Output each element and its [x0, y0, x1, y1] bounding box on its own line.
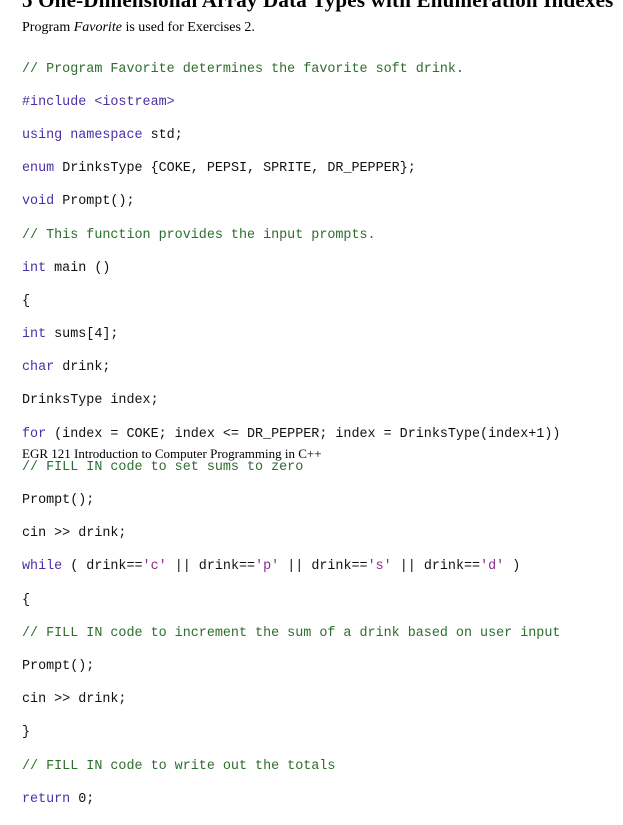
code-line-comment: // FILL IN code to write out the totals [22, 758, 336, 774]
code-line-enum: enum DrinksType {COKE, PEPSI, SPRITE, DR… [22, 161, 560, 178]
code-line-drink-decl: char drink; [22, 360, 560, 377]
code-line-while: while ( drink=='c' || drink=='p' || drin… [22, 559, 560, 576]
code-line-for: for (index = COKE; index <= DR_PEPPER; i… [22, 427, 560, 444]
code-text: || drink== [166, 559, 256, 575]
intro-text: Program Favorite is used for Exercises 2… [22, 20, 255, 36]
code-line-brace: { [22, 592, 31, 608]
code-line-cin: cin >> drink; [22, 526, 127, 542]
code-line-main: int main () [22, 261, 560, 278]
code-char-literal: 'c' [142, 559, 167, 575]
code-line-brace: { [22, 293, 31, 309]
program-name: Favorite [73, 20, 122, 35]
code-keyword: int [22, 260, 47, 276]
code-keyword: while [22, 559, 63, 575]
code-char-literal: 's' [367, 559, 392, 575]
code-text: Prompt(); [54, 194, 135, 210]
code-keyword: void [22, 194, 55, 210]
code-line-return: return 0; [22, 792, 560, 809]
intro-prefix: Program [22, 20, 74, 35]
code-text: std; [142, 127, 183, 143]
code-keyword: for [22, 426, 47, 442]
code-text: 0; [70, 791, 95, 807]
code-line-comment: // FILL IN code to set sums to zero [22, 459, 304, 475]
code-keyword: enum [22, 161, 55, 177]
page-footer: EGR 121 Introduction to Computer Program… [22, 446, 322, 461]
code-text: main () [46, 260, 111, 276]
code-keyword: int [22, 327, 47, 343]
code-line-sums-decl: int sums[4]; [22, 327, 560, 344]
code-line-prompt-call: Prompt(); [22, 658, 95, 674]
code-keyword: using namespace [22, 127, 143, 143]
code-text: || drink== [391, 559, 481, 575]
code-listing: // Program Favorite determines the favor… [22, 45, 560, 825]
code-text: drink; [54, 360, 111, 376]
code-char-literal: 'p' [255, 559, 280, 575]
code-line-using: using namespace std; [22, 128, 560, 145]
code-keyword: return [22, 791, 71, 807]
code-line-index-decl: DrinksType index; [22, 393, 159, 409]
code-text: DrinksType {COKE, PEPSI, SPRITE, DR_PEPP… [54, 161, 416, 177]
code-text: (index = COKE; index <= DR_PEPPER; index… [46, 426, 561, 442]
code-text: sums[4]; [46, 327, 119, 343]
code-char-literal: 'd' [480, 559, 505, 575]
intro-suffix: is used for Exercises 2. [121, 20, 255, 35]
code-line-prompt-call: Prompt(); [22, 493, 95, 509]
code-line-comment: // Program Favorite determines the favor… [22, 61, 464, 77]
code-text: ( drink== [62, 559, 143, 575]
code-line-comment: // This function provides the input prom… [22, 227, 376, 243]
code-line-cin: cin >> drink; [22, 692, 127, 708]
code-line-prototype: void Prompt(); [22, 194, 560, 211]
code-line-brace: } [22, 725, 31, 741]
code-line-include: #include <iostream> [22, 94, 175, 110]
code-keyword: char [22, 360, 55, 376]
code-text: ) [504, 559, 521, 575]
code-line-comment: // FILL IN code to increment the sum of … [22, 625, 561, 641]
section-heading: 5 One-Dimensional Array Data Types with … [22, 0, 614, 12]
code-text: || drink== [279, 559, 368, 575]
